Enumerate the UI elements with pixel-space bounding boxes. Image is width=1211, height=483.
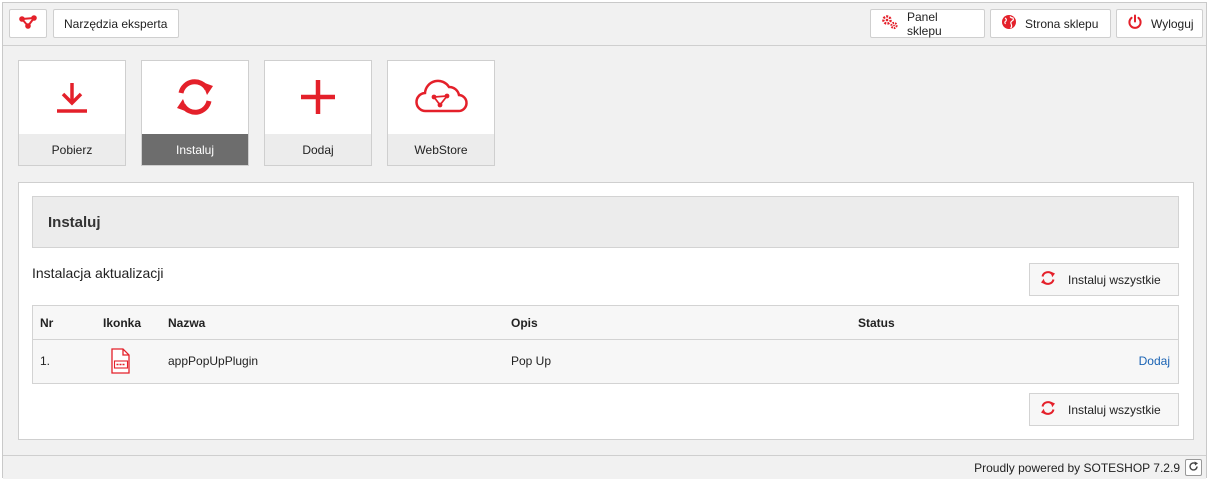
install-panel: Instaluj Instalacja aktualizacji Instalu…	[18, 182, 1194, 440]
tile-install[interactable]: Instaluj	[141, 60, 249, 166]
header-nr: Nr	[40, 315, 54, 330]
logout-label: Wyloguj	[1151, 16, 1194, 31]
tile-download[interactable]: Pobierz	[18, 60, 126, 166]
install-all-button-top[interactable]: Instaluj wszystkie	[1029, 263, 1179, 296]
download-icon	[54, 79, 90, 118]
table-header: Nr Ikonka Nazwa Opis Status	[33, 306, 1178, 340]
footer: Proudly powered by SOTESHOP 7.2.9	[3, 455, 1206, 479]
power-icon	[1127, 14, 1151, 33]
footer-text: Proudly powered by SOTESHOP 7.2.9	[974, 460, 1180, 475]
refresh-icon	[1040, 270, 1068, 289]
logo-button[interactable]	[9, 9, 47, 38]
row-nr: 1.	[40, 354, 51, 368]
reload-icon	[1188, 461, 1199, 475]
shop-panel-label: Panel sklepu	[907, 9, 942, 38]
expert-tools-label: Narzędzia eksperta	[64, 16, 168, 31]
logout-button[interactable]: Wyloguj	[1116, 9, 1203, 38]
gears-icon	[881, 14, 907, 33]
row-add-link[interactable]: Dodaj	[1139, 339, 1170, 383]
install-all-label: Instaluj wszystkie	[1068, 272, 1161, 287]
app-file-icon	[109, 339, 131, 383]
header-name: Nazwa	[168, 315, 206, 330]
main-content: Pobierz Instaluj Dodaj WebStore Instaluj…	[3, 46, 1206, 455]
refresh-icon	[1040, 400, 1068, 419]
footer-refresh-button[interactable]	[1185, 459, 1202, 476]
shop-panel-button[interactable]: Panel sklepu	[870, 9, 985, 38]
install-all-button-bottom[interactable]: Instaluj wszystkie	[1029, 393, 1179, 426]
globe-icon	[1001, 14, 1025, 33]
tile-install-label: Instaluj	[142, 134, 248, 165]
header-description: Opis	[511, 315, 538, 330]
header-status: Status	[858, 315, 895, 330]
app-window: Narzędzia eksperta Panel sklepu Strona s…	[2, 2, 1207, 479]
tile-webstore[interactable]: WebStore	[387, 60, 495, 166]
cloud-icon	[414, 78, 468, 119]
table-row: 1. appPopUpPlugin Pop Up Dodaj	[33, 339, 1178, 383]
shop-page-label: Strona sklepu	[1025, 16, 1099, 31]
panel-title: Instaluj	[32, 196, 1179, 248]
tile-download-label: Pobierz	[19, 134, 125, 165]
expert-tools-button[interactable]: Narzędzia eksperta	[53, 9, 179, 38]
header-icon: Ikonka	[103, 315, 142, 330]
section-title: Instalacja aktualizacji	[32, 265, 164, 281]
tile-add-label: Dodaj	[265, 134, 371, 165]
install-all-label: Instaluj wszystkie	[1068, 402, 1161, 417]
tile-webstore-label: WebStore	[388, 134, 494, 165]
shop-page-button[interactable]: Strona sklepu	[990, 9, 1111, 38]
row-name: appPopUpPlugin	[168, 354, 259, 368]
updates-table: Nr Ikonka Nazwa Opis Status 1. appPopUpP…	[32, 305, 1179, 384]
tile-add[interactable]: Dodaj	[264, 60, 372, 166]
top-toolbar: Narzędzia eksperta Panel sklepu Strona s…	[3, 3, 1206, 46]
soteshop-logo-icon	[19, 15, 37, 32]
refresh-icon	[174, 76, 216, 121]
plus-icon	[300, 79, 336, 118]
row-description: Pop Up	[511, 354, 552, 368]
